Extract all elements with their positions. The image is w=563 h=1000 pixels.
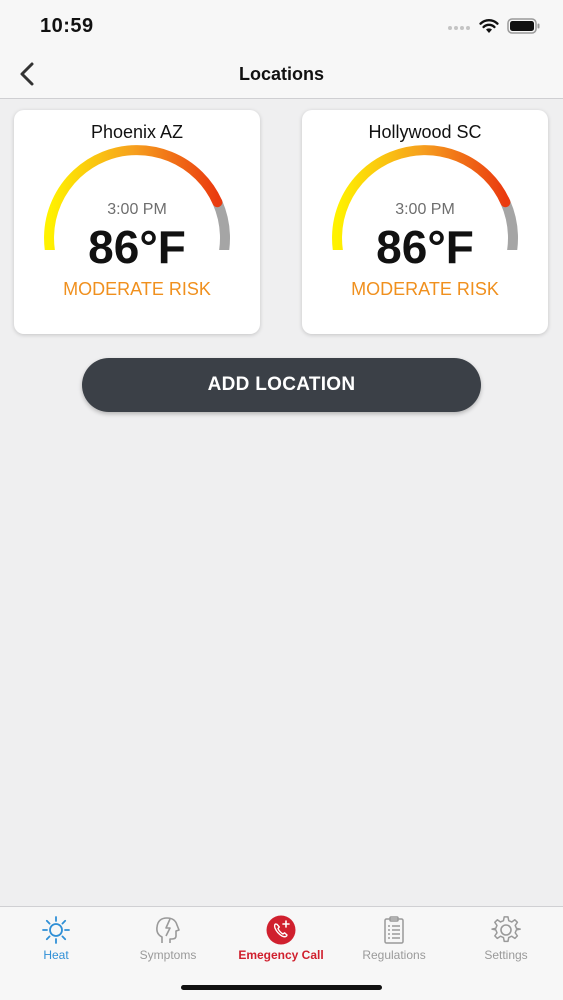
location-time: 3:00 PM [107,201,167,218]
head-lightning-icon [156,917,180,943]
wifi-icon [479,19,499,33]
home-indicator [181,985,382,990]
tab-label: Heat [43,948,69,962]
status-bar: 10:59 [0,0,563,50]
sun-icon [42,916,70,944]
clipboard-icon [384,916,404,944]
gear-icon [491,916,521,943]
location-card[interactable]: Hollywood SC 3:00 PM 86°F MODERATE RISK [302,110,548,334]
risk-label: MODERATE RISK [63,279,211,299]
add-location-button[interactable]: ADD LOCATION [82,358,481,412]
status-time: 10:59 [40,15,94,37]
tab-label: Settings [484,948,528,962]
location-time: 3:00 PM [395,201,455,218]
tab-emergency-call[interactable]: Emegency Call [225,907,337,971]
phone-plus-icon [266,915,296,945]
tab-symptoms[interactable]: Symptoms [112,907,224,971]
signal-icon [448,26,470,30]
location-temperature: 86°F [376,221,474,273]
battery-icon [507,18,540,34]
tab-label: Regulations [362,948,426,962]
tab-label: Symptoms [139,948,197,962]
location-card[interactable]: Phoenix AZ 3:00 PM 86°F MODERATE RISK [14,110,260,334]
navigation-bar: Locations [0,50,563,99]
tab-heat[interactable]: Heat [0,907,112,971]
tab-settings[interactable]: Settings [450,907,562,971]
page-title: Locations [238,64,324,84]
tab-label: Emegency Call [238,948,324,962]
location-temperature: 86°F [88,221,186,273]
status-icons [447,18,541,34]
risk-label: MODERATE RISK [351,279,499,299]
tab-regulations[interactable]: Regulations [338,907,450,971]
